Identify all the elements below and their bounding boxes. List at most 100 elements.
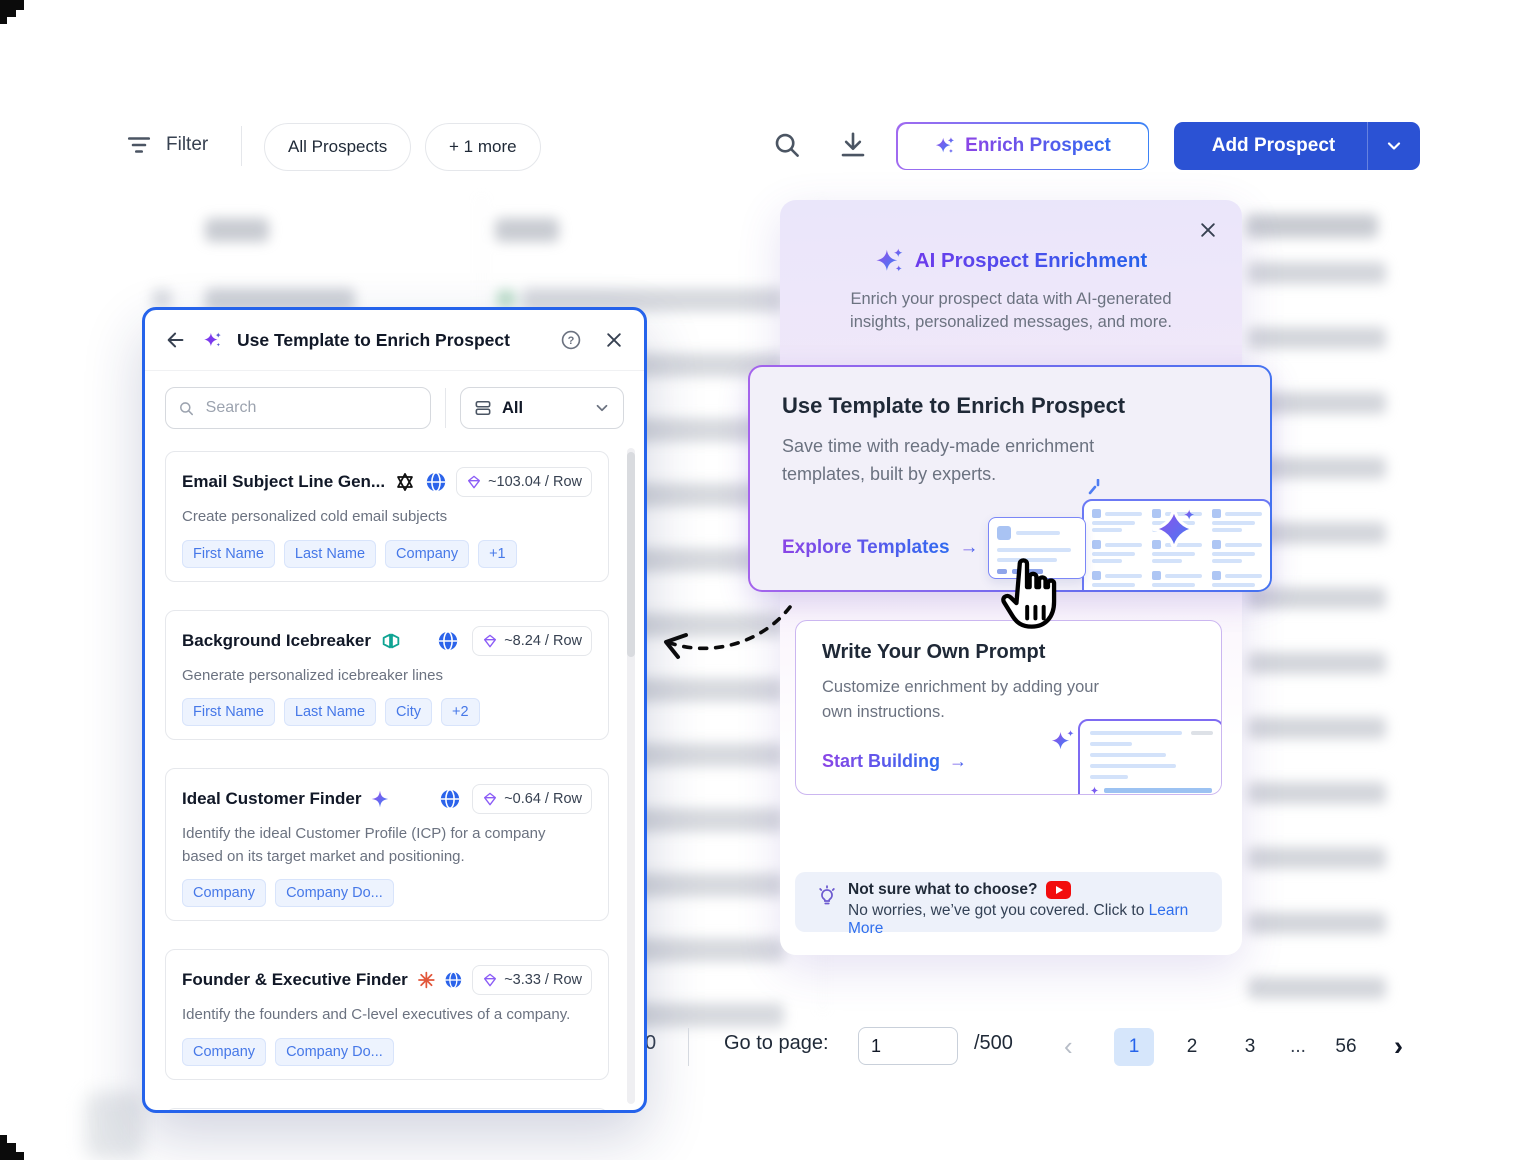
template-tag: Company Do... [275, 1038, 394, 1066]
blurred-cell [1248, 977, 1386, 999]
goto-page-label: Go to page: [724, 1032, 829, 1055]
page-button-2[interactable]: 2 [1172, 1028, 1212, 1066]
cost-badge: ~3.33 / Row [472, 965, 592, 995]
template-tag: Company [182, 879, 266, 907]
mini-template-item [1092, 509, 1142, 532]
template-tag: City [385, 698, 432, 726]
explore-templates-link[interactable]: Explore Templates → [782, 537, 979, 559]
modal-search-row: All [145, 371, 644, 443]
template-tag: Company [182, 1038, 266, 1066]
credits-gem-icon [466, 474, 482, 490]
blurred-cell [495, 218, 559, 242]
prev-page-button[interactable]: ‹ [1064, 1030, 1073, 1062]
template-tag: +2 [441, 698, 480, 726]
modal-title: Use Template to Enrich Prospect [237, 330, 510, 351]
pagination-divider [688, 1028, 689, 1066]
modal-scrollbar[interactable] [627, 448, 635, 1104]
page-number-input[interactable] [858, 1027, 958, 1065]
write-prompt-card-title: Write Your Own Prompt [822, 641, 1045, 664]
mini-template-item [1212, 540, 1262, 563]
blurred-cell [1248, 912, 1386, 934]
template-card-background-icebreaker[interactable]: Background Icebreaker ~8.24 / Row Gene [165, 610, 609, 741]
cost-badge: ~103.04 / Row [456, 467, 592, 497]
mini-template-item [1212, 509, 1262, 532]
blurred-cell [1248, 782, 1386, 804]
search-icon [772, 130, 802, 160]
toolbar-divider [241, 126, 242, 166]
download-icon [838, 130, 868, 160]
next-page-button[interactable]: › [1394, 1029, 1403, 1063]
use-template-modal: Use Template to Enrich Prospect ? [142, 307, 647, 1113]
arrow-right-icon: → [949, 751, 967, 772]
sparkle-icon [1148, 503, 1200, 555]
mini-template-item [1212, 571, 1262, 590]
view-pill-all-prospects[interactable]: All Prospects [264, 123, 411, 171]
modal-scrollbar-thumb[interactable] [627, 452, 635, 657]
view-pill-more[interactable]: + 1 more [425, 123, 541, 171]
template-list: Email Subject Line Gen... ~103.04 / Row [145, 443, 644, 1113]
add-prospect-label: Add Prospect [1174, 135, 1367, 157]
close-icon [1198, 220, 1218, 240]
template-search-input[interactable] [204, 398, 418, 418]
close-icon [604, 330, 624, 350]
globe-icon [425, 471, 447, 493]
globe-icon [444, 969, 463, 991]
page-number-list: 123...56 [1114, 1028, 1366, 1066]
search-row-divider [445, 388, 446, 428]
cost-badge: ~8.24 / Row [472, 626, 592, 656]
blurred-cell [497, 290, 515, 308]
page-button-3[interactable]: 3 [1230, 1028, 1270, 1066]
sparkle-icon [370, 789, 390, 809]
back-button[interactable] [165, 329, 187, 351]
template-tag: First Name [182, 540, 275, 568]
total-pages-label: /500 [974, 1032, 1013, 1055]
write-prompt-card[interactable]: Write Your Own Prompt Customize enrichme… [795, 620, 1222, 795]
add-prospect-button[interactable]: Add Prospect [1174, 122, 1420, 170]
help-button[interactable]: ? [560, 329, 582, 351]
template-card-ideal-customer[interactable]: Ideal Customer Finder ~0.64 / Row Iden [165, 768, 609, 921]
category-filter-value: All [502, 399, 584, 418]
modal-close-button[interactable] [604, 330, 624, 350]
use-template-card-description: Save time with ready-made enrichment tem… [782, 433, 1182, 489]
page-button-1[interactable]: 1 [1114, 1028, 1154, 1066]
blurred-cell [1248, 652, 1386, 674]
openai-icon [394, 471, 416, 493]
panel-close-button[interactable] [1198, 220, 1218, 240]
modal-header: Use Template to Enrich Prospect ? [145, 310, 644, 371]
search-button[interactable] [772, 130, 802, 160]
template-tag: Company Do... [275, 879, 394, 907]
use-template-card-title: Use Template to Enrich Prospect [782, 393, 1125, 419]
cost-badge: ~0.64 / Row [472, 784, 592, 814]
template-tag: Last Name [284, 698, 376, 726]
enrich-prospect-button[interactable]: Enrich Prospect [896, 122, 1149, 170]
lightbulb-icon [815, 884, 839, 908]
dashed-arrow [640, 585, 820, 685]
template-tag: Company [385, 540, 469, 568]
template-card-company-classifier[interactable]: Company Type Classifier... ~76.02 / Row … [165, 1108, 609, 1114]
mini-template-item [1092, 571, 1142, 590]
globe-icon [439, 788, 461, 810]
template-search-box[interactable] [165, 387, 431, 429]
mini-template-item [1092, 540, 1142, 563]
download-button[interactable] [838, 130, 868, 160]
add-prospect-dropdown[interactable] [1367, 122, 1420, 170]
page-button-56[interactable]: 56 [1326, 1028, 1366, 1066]
template-card-founder-finder[interactable]: Founder & Executive Finder ~3.33 / Row [165, 949, 609, 1080]
blurred-cell [1248, 327, 1386, 349]
search-icon [178, 399, 195, 418]
panel-title: AI Prospect Enrichment [915, 249, 1147, 273]
category-filter-select[interactable]: All [460, 387, 624, 429]
start-building-link[interactable]: Start Building → [822, 751, 967, 772]
globe-icon [437, 630, 459, 652]
credits-gem-icon [482, 633, 498, 649]
sparkle-icon [1048, 727, 1078, 757]
chevron-down-icon [1384, 136, 1404, 156]
help-icon: ? [560, 329, 582, 351]
blurred-cell [152, 289, 172, 309]
template-card-email-subject[interactable]: Email Subject Line Gen... ~103.04 / Row [165, 451, 609, 582]
mini-template-item [1152, 571, 1202, 590]
youtube-icon[interactable] [1046, 881, 1071, 899]
filter-button[interactable]: Filter [126, 132, 208, 158]
blurred-widget [85, 1092, 143, 1160]
credits-gem-icon [482, 791, 498, 807]
